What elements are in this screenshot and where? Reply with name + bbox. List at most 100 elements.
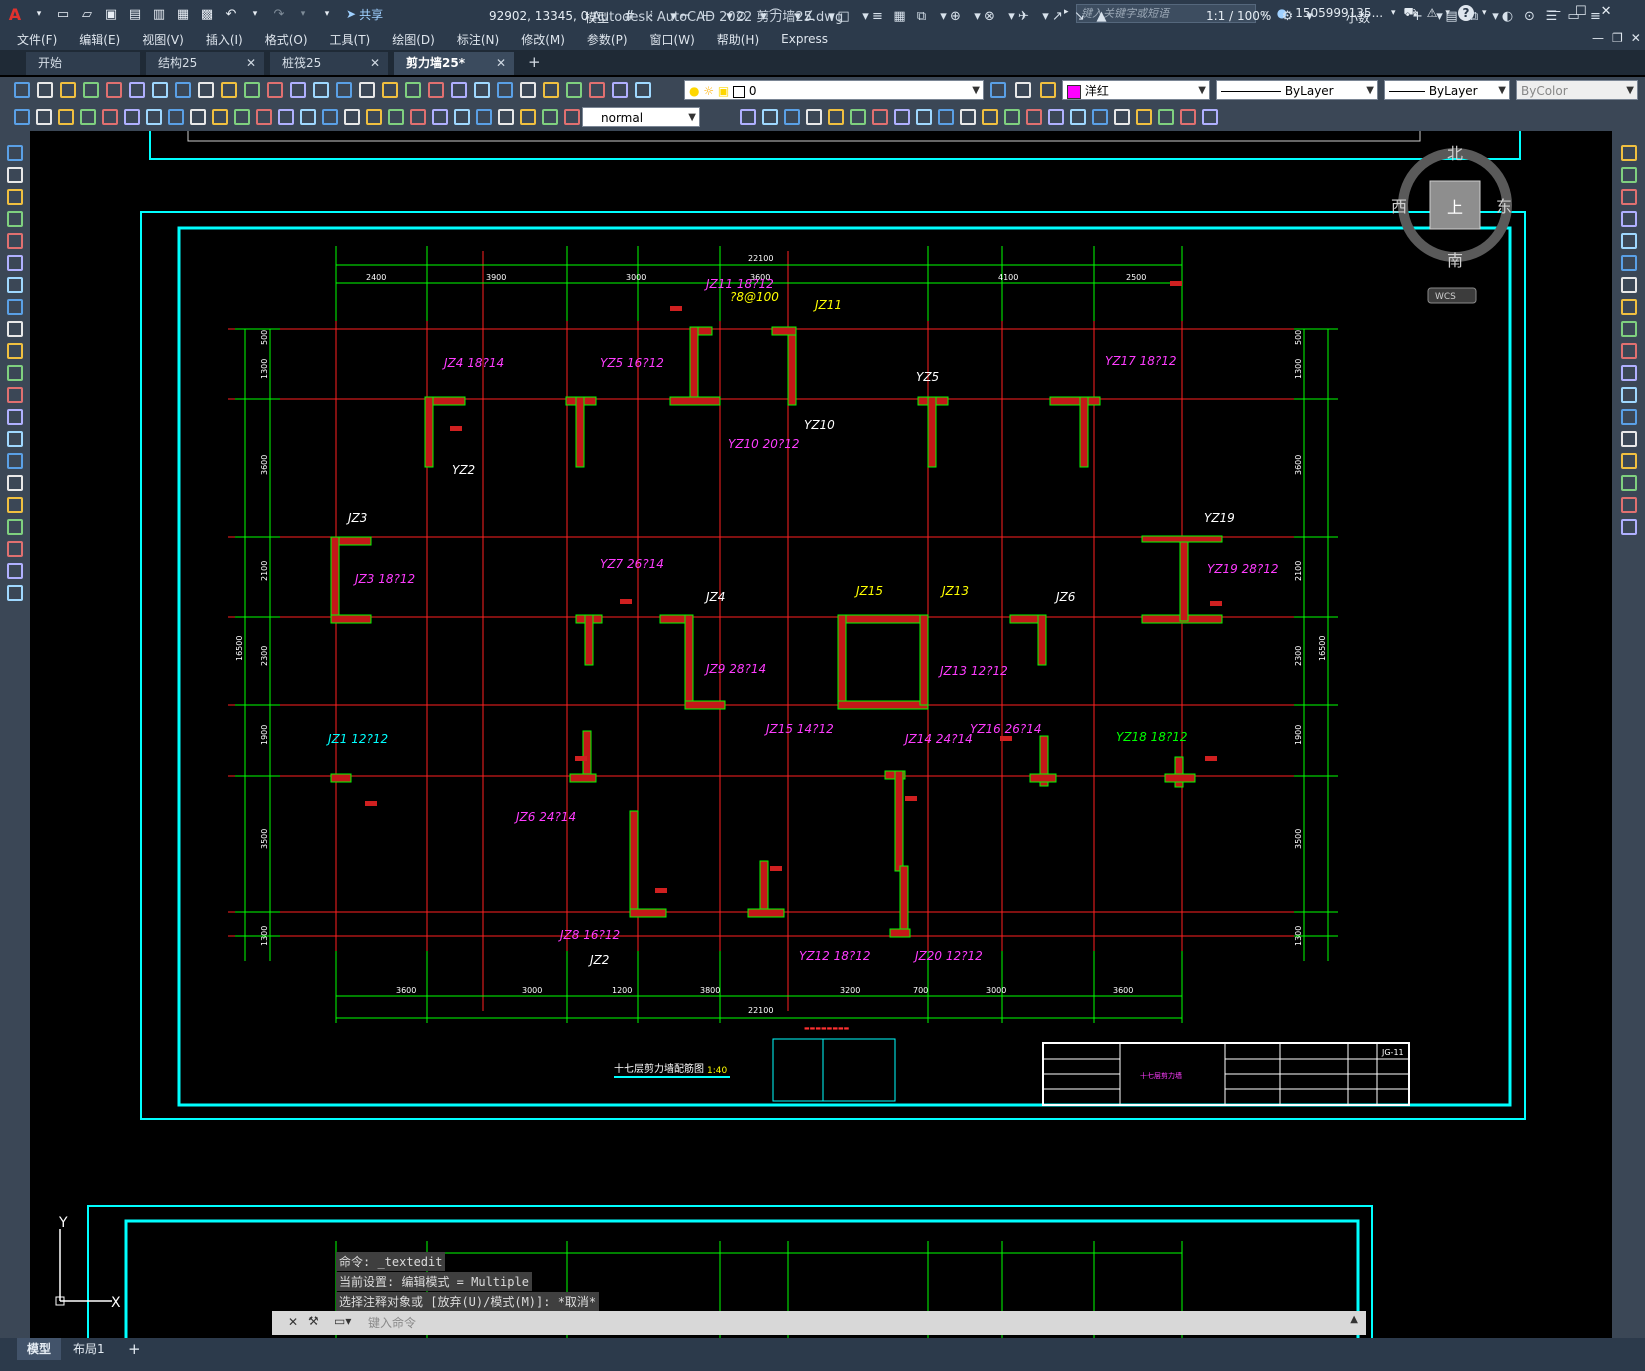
- status-toggle-icon[interactable]: ⊕: [948, 9, 963, 24]
- status-toggle-icon[interactable]: ↗: [1050, 9, 1065, 24]
- status-tool-icon[interactable]: ≡: [1588, 9, 1603, 24]
- menu-arrow-icon[interactable]: ▾: [30, 5, 48, 23]
- tool-icon[interactable]: [1136, 109, 1152, 125]
- status-toggle-icon[interactable]: ⊙: [734, 9, 749, 24]
- plot-icon[interactable]: ▩: [198, 5, 216, 23]
- tool-icon[interactable]: [566, 82, 582, 98]
- tool-icon[interactable]: [784, 109, 800, 125]
- modify-tool-icon[interactable]: [1621, 453, 1637, 469]
- annotation-scale[interactable]: 1:1 / 100%: [1206, 9, 1271, 23]
- modify-tool-icon[interactable]: [1621, 299, 1637, 315]
- undo-icon[interactable]: ↶: [222, 5, 240, 23]
- color-dropdown[interactable]: 洋红 ▼: [1062, 80, 1210, 100]
- status-toggle-icon[interactable]: ⌒: [768, 9, 783, 24]
- status-toggle-icon[interactable]: ∠: [802, 9, 817, 24]
- draw-tool-icon[interactable]: [7, 211, 23, 227]
- tool-icon[interactable]: [106, 82, 122, 98]
- modify-tool-icon[interactable]: [1621, 343, 1637, 359]
- draw-tool-icon[interactable]: [7, 541, 23, 557]
- draw-tool-icon[interactable]: [7, 145, 23, 161]
- tool-icon[interactable]: [894, 109, 910, 125]
- tool-icon[interactable]: [1004, 109, 1020, 125]
- tool-icon[interactable]: [451, 82, 467, 98]
- tool-icon[interactable]: [322, 109, 338, 125]
- status-toggle-icon[interactable]: ≡: [870, 9, 885, 24]
- draw-tool-icon[interactable]: [7, 585, 23, 601]
- tool-icon[interactable]: [960, 109, 976, 125]
- close-tab-icon[interactable]: ✕: [496, 52, 506, 75]
- menu-view[interactable]: 视图(V): [131, 31, 195, 48]
- tool-icon[interactable]: [454, 109, 470, 125]
- draw-tool-icon[interactable]: [7, 255, 23, 271]
- status-tool-icon[interactable]: +: [1410, 9, 1425, 24]
- save-as-icon[interactable]: ▤: [126, 5, 144, 23]
- cursor-coordinates[interactable]: 92902, 13345, 0: [489, 9, 588, 23]
- modify-tool-icon[interactable]: [1621, 145, 1637, 161]
- tool-icon[interactable]: [382, 82, 398, 98]
- status-toggle-icon[interactable]: ⧉: [914, 9, 929, 24]
- tool-icon[interactable]: [520, 82, 536, 98]
- status-tool-icon[interactable]: ▾: [1302, 9, 1317, 24]
- tool-icon[interactable]: [635, 82, 651, 98]
- redo-icon[interactable]: ↷: [270, 5, 288, 23]
- tab-shear-wall25[interactable]: 剪力墙25* ✕: [394, 52, 514, 75]
- tool-icon[interactable]: [14, 82, 30, 98]
- status-toggle-icon[interactable]: #: [622, 9, 637, 24]
- units-dropdown[interactable]: 小数: [1346, 9, 1370, 26]
- tool-icon[interactable]: [589, 82, 605, 98]
- tab-pile-raft25[interactable]: 桩筏25 ✕: [270, 52, 388, 75]
- tool-icon[interactable]: [175, 82, 191, 98]
- tool-icon[interactable]: [428, 82, 444, 98]
- tab-layout1[interactable]: 布局1: [63, 1338, 115, 1360]
- status-tool-icon[interactable]: ⧉: [1466, 9, 1481, 24]
- tool-icon[interactable]: [244, 82, 260, 98]
- modify-tool-icon[interactable]: [1621, 387, 1637, 403]
- autocad-logo-icon[interactable]: A: [6, 5, 24, 24]
- modify-tool-icon[interactable]: [1621, 365, 1637, 381]
- tool-icon[interactable]: [828, 109, 844, 125]
- menu-draw[interactable]: 绘图(D): [381, 31, 446, 48]
- status-toggle-icon[interactable]: ⋮: [644, 9, 659, 24]
- tool-icon[interactable]: [474, 82, 490, 98]
- tool-icon[interactable]: [612, 82, 628, 98]
- doc-restore-icon[interactable]: ❐: [1612, 31, 1623, 45]
- tool-icon[interactable]: [1026, 109, 1042, 125]
- modify-tool-icon[interactable]: [1621, 189, 1637, 205]
- tool-icon[interactable]: [300, 109, 316, 125]
- tab-model[interactable]: 模型: [17, 1338, 62, 1360]
- chevron-down-icon[interactable]: ▾: [1391, 8, 1396, 18]
- tool-icon[interactable]: [1092, 109, 1108, 125]
- tool-icon[interactable]: [1070, 109, 1086, 125]
- layer-dropdown[interactable]: ● ☼ ▣ 0 ▼: [684, 80, 984, 100]
- save-icon[interactable]: ▣: [102, 5, 120, 23]
- tool-icon[interactable]: [1048, 109, 1064, 125]
- new-tab-icon[interactable]: +: [528, 53, 541, 71]
- menu-insert[interactable]: 插入(I): [195, 31, 254, 48]
- tool-icon[interactable]: [102, 109, 118, 125]
- compass-south[interactable]: 南: [1447, 251, 1463, 270]
- chevron-down-icon[interactable]: ▾: [1482, 8, 1487, 18]
- menu-window[interactable]: 窗口(W): [639, 31, 706, 48]
- draw-tool-icon[interactable]: [7, 343, 23, 359]
- status-tool-icon[interactable]: ⊙: [1522, 9, 1537, 24]
- status-toggle-icon[interactable]: ▲: [1094, 9, 1109, 24]
- tool-icon[interactable]: [212, 109, 228, 125]
- tool-icon[interactable]: [497, 82, 513, 98]
- linetype-dropdown[interactable]: ByLayer ▼: [1216, 80, 1378, 100]
- tool-icon[interactable]: [168, 109, 184, 125]
- status-toggle-icon[interactable]: ⊢: [700, 9, 715, 24]
- tool-icon[interactable]: [388, 109, 404, 125]
- modify-tool-icon[interactable]: [1621, 519, 1637, 535]
- menu-file[interactable]: 文件(F): [6, 31, 68, 48]
- status-toggle-icon[interactable]: ✈: [1016, 9, 1031, 24]
- tool-icon[interactable]: [359, 82, 375, 98]
- draw-tool-icon[interactable]: [7, 233, 23, 249]
- lineweight-dropdown[interactable]: ByLayer ▼: [1384, 80, 1510, 100]
- share-button[interactable]: ➤ 共享: [346, 6, 383, 23]
- tool-icon[interactable]: [80, 109, 96, 125]
- status-toggle-icon[interactable]: ⌐: [678, 9, 693, 24]
- redo-dropdown-icon[interactable]: ▾: [294, 5, 312, 23]
- draw-tool-icon[interactable]: [7, 409, 23, 425]
- status-toggle-icon[interactable]: ↘: [1072, 9, 1087, 24]
- tool-icon[interactable]: [542, 109, 558, 125]
